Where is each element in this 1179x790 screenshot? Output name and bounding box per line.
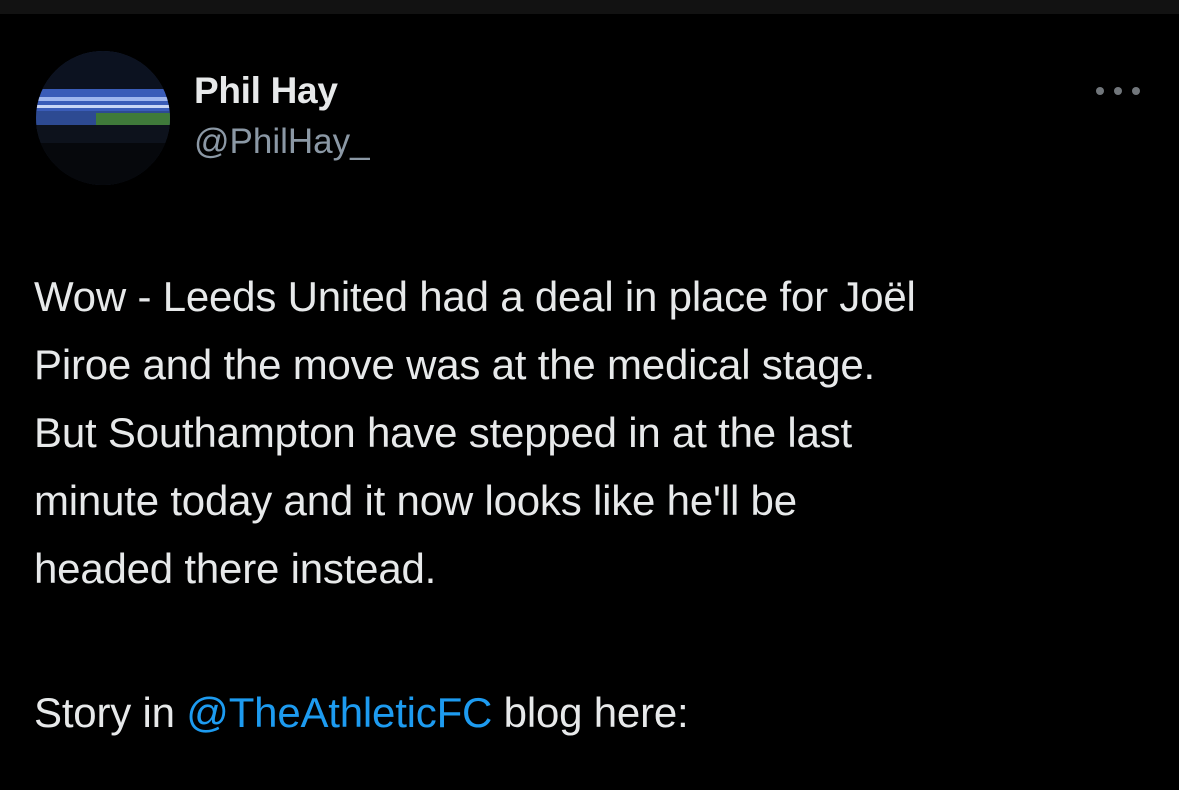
more-horizontal-icon (1132, 87, 1140, 95)
more-horizontal-icon (1096, 87, 1104, 95)
more-horizontal-icon (1114, 87, 1122, 95)
more-options-button[interactable] (1096, 84, 1140, 98)
tweet-card: Phil Hay @PhilHay_ Wow - Leeds United ha… (0, 14, 1179, 790)
story-suffix: blog here: (492, 689, 689, 736)
top-strip (0, 0, 1179, 14)
user-handle[interactable]: @PhilHay_ (194, 122, 370, 162)
tweet-text-line: Wow - Leeds United had a deal in place f… (34, 273, 916, 320)
story-line: Story in @TheAthleticFC blog here: (34, 679, 689, 747)
tweet-text-line: But Southampton have stepped in at the l… (34, 409, 852, 456)
stadium-avatar-image (36, 51, 170, 185)
tweet-text-line: minute today and it now looks like he'll… (34, 477, 797, 524)
mention-link[interactable]: @TheAthleticFC (186, 689, 492, 736)
story-prefix: Story in (34, 689, 187, 736)
tweet-text-line: Piroe and the move was at the medical st… (34, 341, 876, 388)
author-block: Phil Hay @PhilHay_ (194, 70, 370, 162)
tweet-text-line: headed there instead. (34, 545, 437, 592)
display-name[interactable]: Phil Hay (194, 70, 370, 112)
avatar[interactable] (36, 51, 170, 185)
tweet-text: Wow - Leeds United had a deal in place f… (34, 263, 1144, 603)
